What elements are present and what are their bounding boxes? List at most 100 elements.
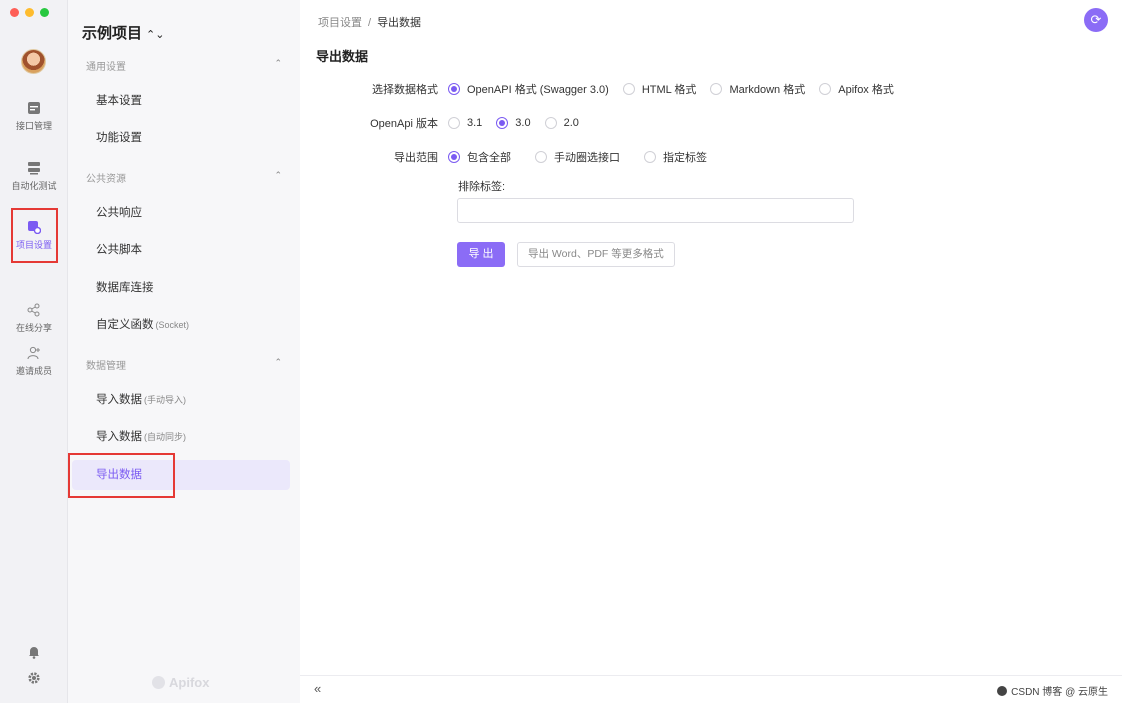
project-title: 示例项目 (82, 25, 143, 42)
nav-label: 数据库连接 (96, 282, 154, 294)
radio[interactable] (544, 117, 557, 129)
version-row: OpenApi 版本 3.1 3.0 2.0 (300, 113, 593, 133)
option-label: 2.0 (563, 117, 579, 129)
settings-sidebar: 示例项目 ⌃⌄ 通用设置 ⌃ 基本设置 功能设置 公共资源 ⌃ 公共响应 公共脚本 数… (68, 0, 300, 703)
test-icon (28, 162, 40, 175)
updown-icon: ⌃⌄ (146, 29, 165, 41)
nav-public-script[interactable]: 公共脚本 (72, 235, 290, 265)
version-option-3-1[interactable]: 3.1 (448, 117, 482, 129)
radio[interactable] (622, 83, 635, 95)
format-option-html[interactable]: HTML 格式 (622, 81, 697, 97)
scope-label: 导出范围 (394, 152, 438, 164)
group-data-header[interactable]: 数据管理 ⌃ (86, 357, 282, 372)
format-option-markdown[interactable]: Markdown 格式 (710, 81, 805, 97)
option-label: 手动圈选接口 (554, 152, 620, 164)
version-label: OpenApi 版本 (370, 118, 438, 130)
main-content: 项目设置 / 导出数据 ⟳ 导出数据 选择数据格式 OpenAPI 格式 (Swag… (300, 0, 1122, 703)
scope-option-all[interactable]: 包含全部 (448, 149, 511, 165)
rail-item-api[interactable]: 接口管理 (0, 101, 68, 132)
project-switcher[interactable]: 示例项目 ⌃⌄ (82, 22, 164, 43)
nav-label: 导入数据 (96, 394, 142, 406)
rail-item-label: 在线分享 (15, 323, 52, 333)
exclude-tags-label: 排除标签: (458, 181, 506, 193)
breadcrumb-current: 导出数据 (377, 17, 422, 29)
nav-basic-settings[interactable]: 基本设置 (72, 86, 290, 116)
format-row: 选择数据格式 OpenAPI 格式 (Swagger 3.0) HTML 格式 … (300, 79, 908, 99)
nav-suffix: (自动同步) (144, 432, 186, 442)
apifox-logo: Apifox (152, 675, 209, 690)
zoom-window-button[interactable] (40, 8, 49, 17)
watermark-text: CSDN 博客 @ 云原生 (1011, 687, 1108, 698)
rail-highlight-box (11, 208, 58, 263)
scope-row: 导出范围 包含全部 手动圈选接口 指定标签 (300, 147, 721, 167)
version-option-3-0[interactable]: 3.0 (496, 117, 531, 129)
option-label: 指定标签 (663, 152, 707, 164)
export-more-formats-button[interactable]: 导出 Word、PDF 等更多格式 (517, 242, 675, 267)
status-bar: « CSDN 博客 @ 云原生 (300, 675, 1122, 703)
nav-suffix: (Socket) (155, 320, 190, 330)
option-label: Apifox 格式 (838, 84, 894, 96)
format-option-openapi[interactable]: OpenAPI 格式 (Swagger 3.0) (448, 81, 609, 97)
option-label: HTML 格式 (641, 84, 697, 96)
export-button[interactable]: 导 出 (457, 242, 505, 267)
api-icon (28, 102, 40, 114)
apifox-logo-icon (152, 676, 165, 689)
minimize-window-button[interactable] (25, 8, 34, 17)
exclude-tags-input[interactable] (457, 198, 854, 223)
collapse-sidebar-button[interactable]: « (314, 681, 321, 696)
nav-import-auto[interactable]: 导入数据 (自动同步) (72, 422, 290, 452)
group-title: 公共资源 (86, 174, 126, 185)
refresh-icon: ⟳ (1090, 12, 1102, 27)
radio[interactable] (819, 83, 832, 95)
radio[interactable] (448, 117, 460, 129)
radio-selected[interactable] (496, 117, 509, 129)
nav-label: 功能设置 (96, 132, 142, 144)
avatar[interactable] (21, 49, 46, 74)
rail-item-autotest[interactable]: 自动化测试 (0, 161, 68, 192)
option-label: 3.0 (515, 117, 531, 129)
notification-button[interactable] (0, 645, 68, 664)
chevron-up-icon: ⌃ (274, 170, 282, 180)
nav-db-connection[interactable]: 数据库连接 (72, 273, 290, 303)
option-label: Markdown 格式 (729, 84, 806, 96)
nav-public-response[interactable]: 公共响应 (72, 198, 290, 228)
version-option-2-0[interactable]: 2.0 (544, 117, 579, 129)
group-general-header[interactable]: 通用设置 ⌃ (86, 58, 282, 73)
nav-custom-function[interactable]: 自定义函数 (Socket) (72, 310, 290, 340)
group-title: 通用设置 (86, 62, 126, 73)
rail-item-share[interactable]: 在线分享 (0, 303, 68, 334)
refresh-button[interactable]: ⟳ (1084, 8, 1108, 32)
nav-highlight-box (68, 453, 175, 498)
scope-option-tags[interactable]: 指定标签 (644, 149, 707, 165)
option-label: 3.1 (467, 117, 483, 129)
rail-item-invite[interactable]: 邀请成员 (0, 346, 68, 377)
rail-item-label: 自动化测试 (11, 181, 57, 191)
gear-icon (28, 672, 40, 684)
nav-feature-settings[interactable]: 功能设置 (72, 123, 290, 153)
radio[interactable] (535, 151, 547, 163)
option-label: 包含全部 (467, 152, 511, 164)
breadcrumb-parent[interactable]: 项目设置 (318, 17, 362, 29)
nav-label: 公共脚本 (96, 244, 142, 256)
radio-selected[interactable] (448, 83, 460, 95)
share-icon (27, 303, 40, 317)
chevron-up-icon: ⌃ (274, 357, 282, 367)
app-rail: 接口管理 自动化测试 项目设置 在线分享 邀请成员 (0, 0, 68, 703)
group-title: 数据管理 (86, 361, 126, 372)
close-window-button[interactable] (10, 8, 19, 17)
radio-selected[interactable] (448, 151, 460, 163)
nav-label: 导入数据 (96, 431, 142, 443)
nav-import-manual[interactable]: 导入数据 (手动导入) (72, 385, 290, 415)
radio[interactable] (644, 151, 656, 163)
option-label: OpenAPI 格式 (Swagger 3.0) (467, 84, 609, 96)
scope-option-manual[interactable]: 手动圈选接口 (535, 149, 620, 165)
watermark-icon (997, 686, 1008, 696)
window-controls (10, 8, 49, 17)
breadcrumb-sep: / (368, 17, 372, 29)
radio[interactable] (710, 83, 723, 95)
breadcrumb: 项目设置 / 导出数据 (318, 14, 421, 30)
group-public-header[interactable]: 公共资源 ⌃ (86, 170, 282, 185)
invite-icon (27, 346, 40, 360)
settings-button[interactable] (0, 671, 68, 690)
format-option-apifox[interactable]: Apifox 格式 (819, 81, 894, 97)
